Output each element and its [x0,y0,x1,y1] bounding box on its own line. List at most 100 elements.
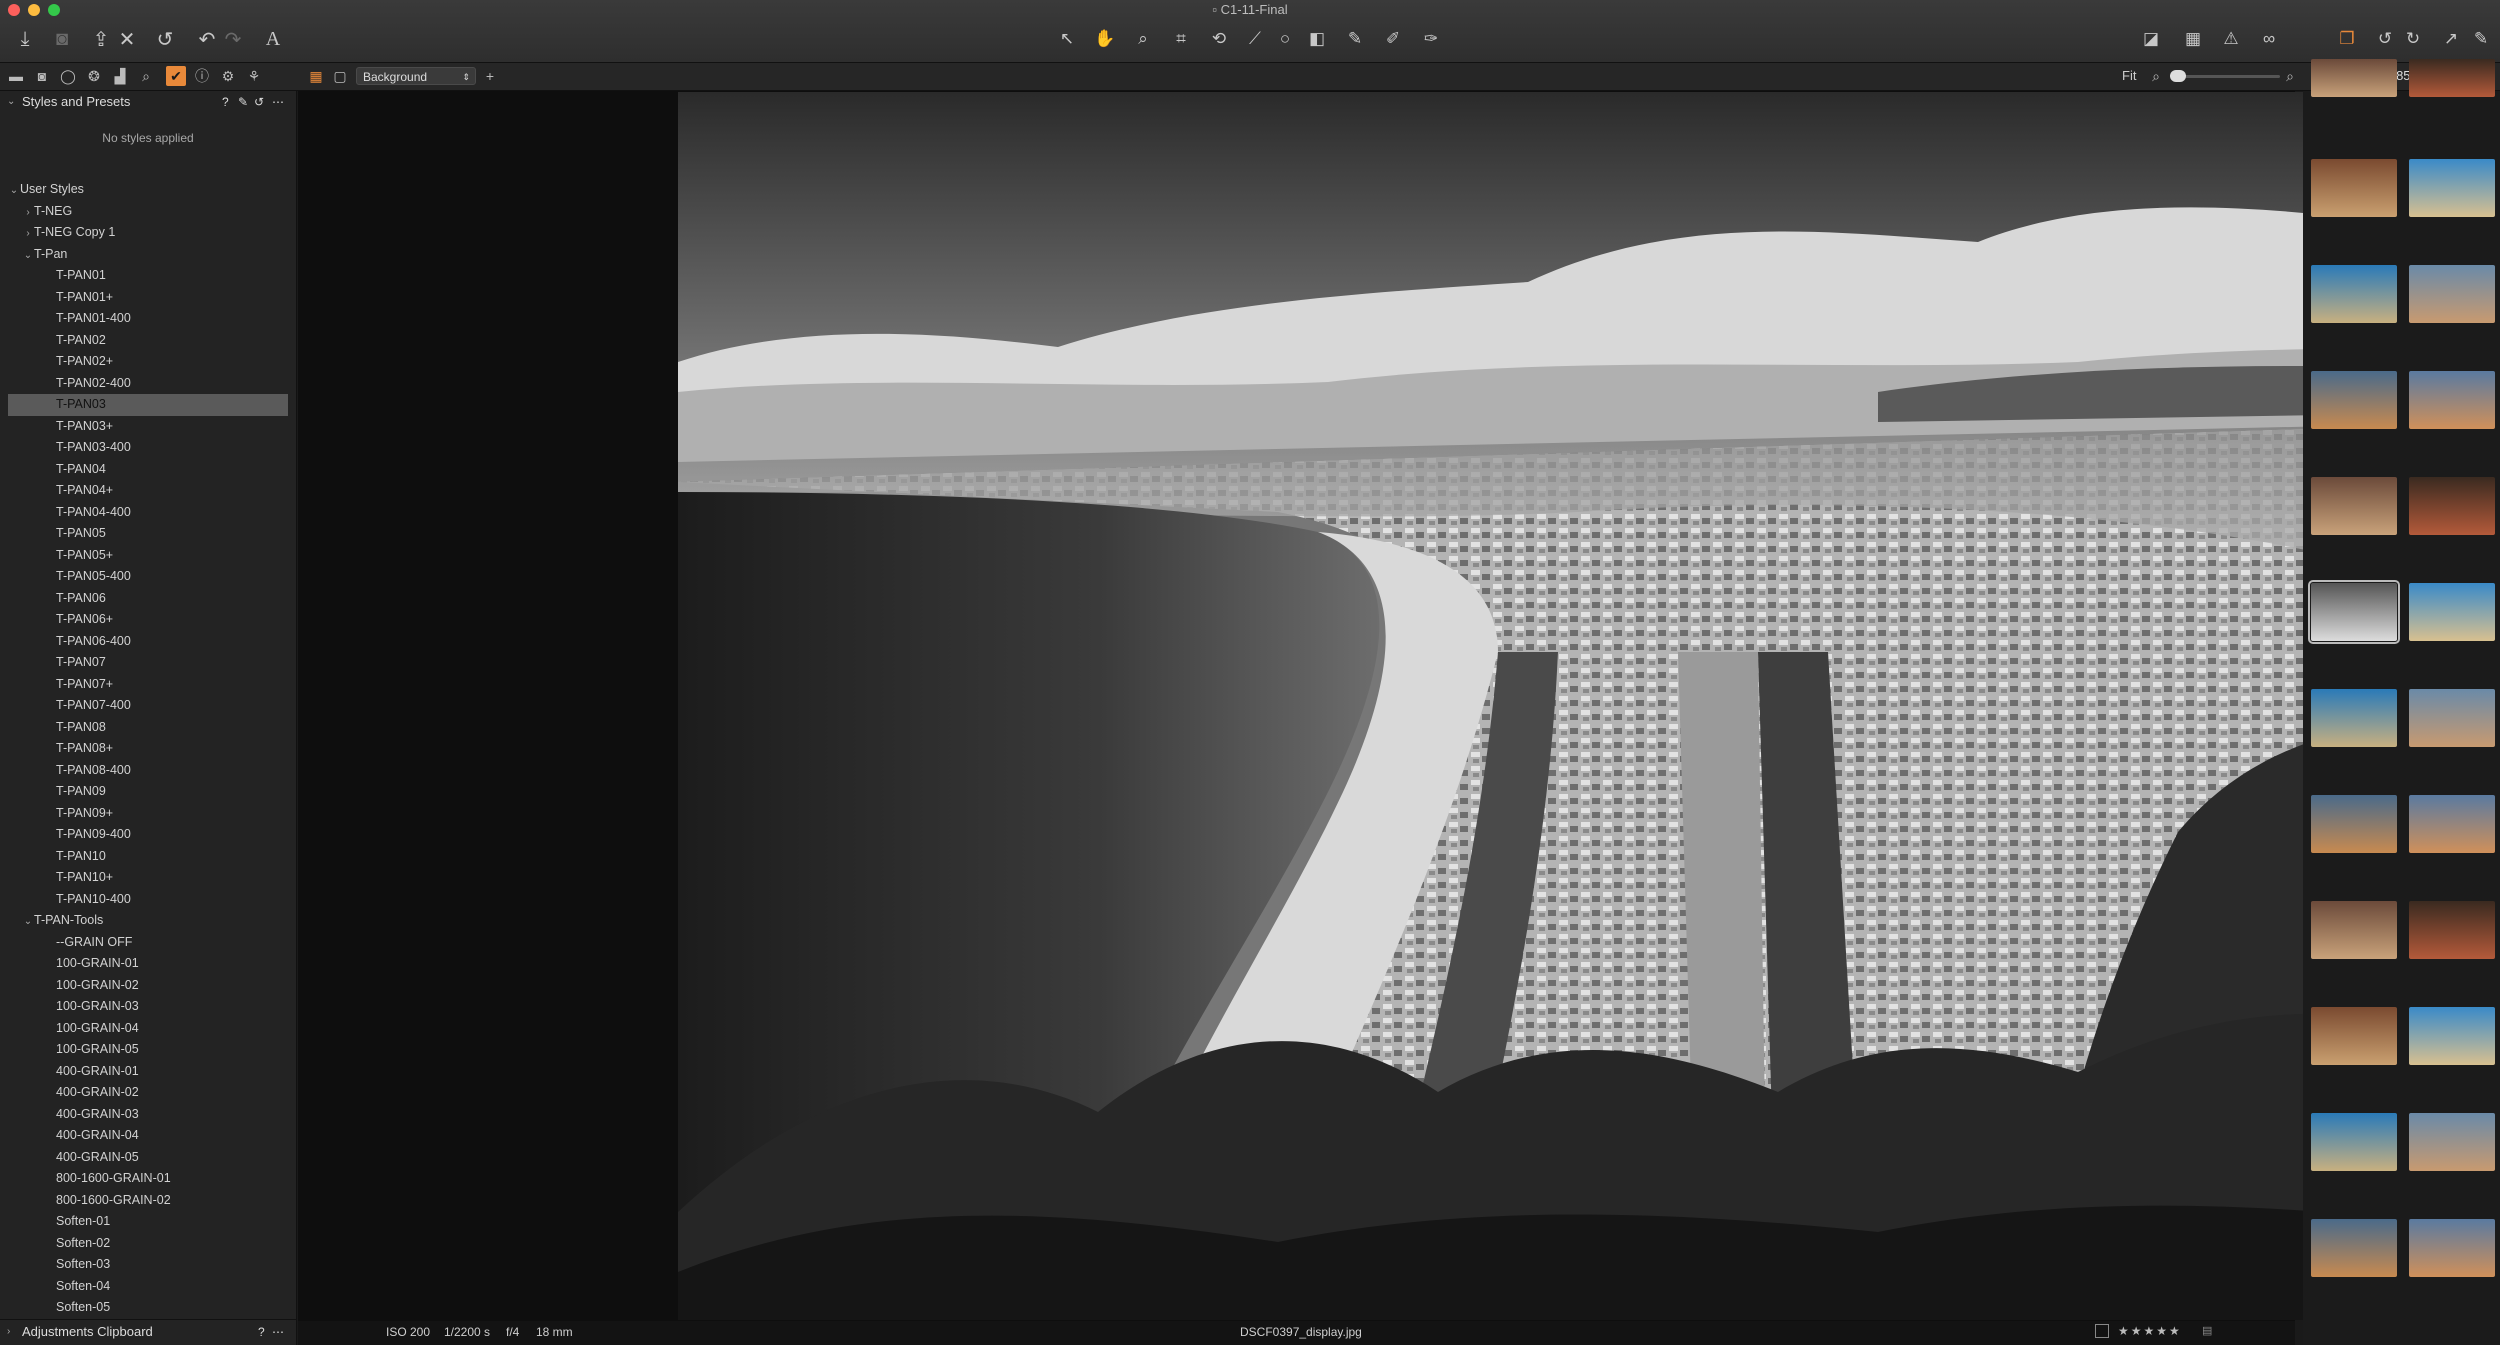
thumbnail[interactable] [2311,901,2397,959]
single-view-icon[interactable]: ▢ [330,66,350,86]
thumbnail[interactable] [2409,583,2495,641]
metadata-icon[interactable]: ▤ [2202,1324,2212,1337]
capture-icon[interactable]: ◙ [32,66,52,86]
rotate-right-icon[interactable]: ↻ [2398,26,2428,52]
grid-icon[interactable]: ▦ [2178,26,2208,52]
crop-icon[interactable]: ⌗ [1166,26,1196,52]
style-item[interactable]: T-PAN01+ [0,287,296,309]
style-item[interactable]: Soften-05 [0,1297,296,1319]
style-item[interactable]: T-PAN07 [0,652,296,674]
thumbnail[interactable] [2409,477,2495,535]
color-tag-icon[interactable] [2095,1324,2109,1338]
style-item[interactable]: Soften-04 [0,1276,296,1298]
user-styles-group[interactable]: ⌄ User Styles [0,179,296,201]
thumbnail[interactable] [2311,265,2397,323]
style-item[interactable]: 400-GRAIN-04 [0,1125,296,1147]
style-item[interactable]: 800-1600-GRAIN-02 [0,1190,296,1212]
zoom-slider[interactable] [2170,75,2280,78]
thumbnail[interactable] [2311,1007,2397,1065]
thumbnail[interactable] [2409,1007,2495,1065]
thumbnail[interactable] [2409,901,2495,959]
exposure-warning-icon[interactable]: ◪ [2136,26,2166,52]
batch-icon[interactable]: ⚘ [244,66,264,86]
output-icon[interactable]: ⚙ [218,66,238,86]
add-layer-icon[interactable]: + [480,66,500,86]
more-icon[interactable]: ⋯ [272,1320,284,1344]
style-group[interactable]: › T-NEG [0,201,296,223]
style-item[interactable]: T-PAN01 [0,265,296,287]
image-viewer[interactable] [298,91,2500,1345]
style-item[interactable]: 100-GRAIN-02 [0,975,296,997]
zoom-out-icon[interactable]: ⌕ [2146,66,2166,86]
style-item[interactable]: T-PAN10 [0,846,296,868]
style-item[interactable]: Soften-01 [0,1211,296,1233]
style-item[interactable]: Soften-03 [0,1254,296,1276]
style-item[interactable]: T-PAN07+ [0,674,296,696]
style-item[interactable]: T-PAN04-400 [0,502,296,524]
spot-icon[interactable]: ○ [1270,26,1300,52]
edit-icon[interactable]: ✎ [2466,26,2496,52]
styles-panel-header[interactable]: ⌄ Styles and Presets ? ✎ ↺ ⋯ [0,91,296,113]
thumbnail[interactable] [2409,159,2495,217]
brush-icon[interactable]: ✎ [1340,26,1370,52]
camera-icon[interactable]: ◙ [47,26,77,52]
thumbnail[interactable] [2311,59,2397,97]
style-item[interactable]: T-PAN01-400 [0,308,296,330]
pan-hand-icon[interactable]: ✋ [1090,26,1120,52]
import-icon[interactable]: ⤓ [10,26,40,52]
color-icon[interactable]: ❂ [84,66,104,86]
eraser-icon[interactable]: ✐ [1378,26,1408,52]
style-item[interactable]: T-PAN07-400 [0,695,296,717]
style-item[interactable]: T-PAN10-400 [0,889,296,911]
thumbnail[interactable] [2311,1113,2397,1171]
thumbnail[interactable] [2311,1219,2397,1277]
style-item[interactable]: T-PAN09 [0,781,296,803]
thumbnail[interactable] [2311,689,2397,747]
style-item[interactable]: 100-GRAIN-04 [0,1018,296,1040]
style-item[interactable]: T-PAN06 [0,588,296,610]
reset-icon[interactable]: ↺ [150,26,180,52]
delete-icon[interactable]: ✕ [112,26,142,52]
thumbnail[interactable] [2409,371,2495,429]
thumbnail[interactable] [2409,1219,2495,1277]
select-cursor-icon[interactable]: ↖ [1052,26,1082,52]
style-item[interactable]: T-PAN05-400 [0,566,296,588]
reset-icon[interactable]: ↺ [254,91,264,113]
style-group[interactable]: ⌄ T-Pan [0,244,296,266]
style-item[interactable]: T-PAN08 [0,717,296,739]
style-item[interactable]: 800-1600-GRAIN-01 [0,1168,296,1190]
gradient-mask-icon[interactable]: ◧ [1302,26,1332,52]
thumbnail[interactable] [2409,795,2495,853]
help-icon[interactable]: ? [222,91,229,113]
style-item[interactable]: 400-GRAIN-01 [0,1061,296,1083]
alert-icon[interactable]: ⚠ [2216,26,2246,52]
thumbnail[interactable] [2308,580,2400,644]
style-item[interactable]: T-PAN02-400 [0,373,296,395]
chevron-down-icon[interactable]: ⌄ [7,91,15,113]
edit-icon[interactable]: ✎ [238,91,248,113]
style-item[interactable]: T-PAN09+ [0,803,296,825]
cursor-tools-icon[interactable]: ↗ [2436,26,2466,52]
more-icon[interactable]: ⋯ [272,91,284,113]
library-icon[interactable]: ▬ [6,66,26,86]
style-item[interactable]: T-PAN04 [0,459,296,481]
layer-select[interactable]: Background ⇕ [356,67,476,85]
rotate-icon[interactable]: ⟲ [1204,26,1234,52]
style-item[interactable]: T-PAN03+ [0,416,296,438]
thumbnail[interactable] [2311,159,2397,217]
style-item[interactable]: T-PAN08+ [0,738,296,760]
style-item[interactable]: 100-GRAIN-01 [0,953,296,975]
style-item[interactable]: T-PAN10+ [0,867,296,889]
style-item[interactable]: 400-GRAIN-03 [0,1104,296,1126]
clipboard-panel-header[interactable]: › Adjustments Clipboard ? ⋯ [0,1319,296,1344]
rotate-left-icon[interactable]: ↺ [2370,26,2400,52]
style-item[interactable]: T-PAN03 [8,394,288,416]
details-icon[interactable]: ⌕ [136,66,156,86]
zoom-in-icon[interactable]: ⌕ [2280,66,2300,86]
metadata-icon[interactable]: ⓘ [192,66,212,86]
style-item[interactable]: 400-GRAIN-05 [0,1147,296,1169]
grid-view-icon[interactable]: ▦ [306,66,326,86]
style-item[interactable]: T-PAN08-400 [0,760,296,782]
text-icon[interactable]: A [258,26,288,52]
zoom-icon[interactable]: ⌕ [1128,26,1158,52]
